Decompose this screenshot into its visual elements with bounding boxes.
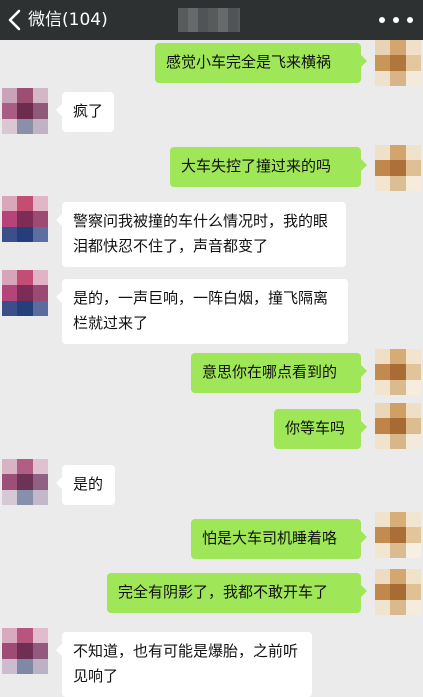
message-bubble[interactable]: 怕是大车司机睡着咯 xyxy=(191,519,367,559)
avatar[interactable] xyxy=(375,145,421,191)
message-bubble[interactable]: 感觉小车完全是飞来横祸 xyxy=(155,43,367,83)
avatar[interactable] xyxy=(2,196,48,242)
message-bubble[interactable]: 大车失控了撞过来的吗 xyxy=(170,147,367,187)
message-bubble[interactable]: 不知道，也有可能是爆胎，之前听见响了 xyxy=(56,632,312,697)
chat-header: 微信(104) xyxy=(0,0,423,40)
avatar[interactable] xyxy=(375,512,421,558)
message-bubble[interactable]: 意思你在哪点看到的 xyxy=(191,353,367,393)
avatar[interactable] xyxy=(375,40,421,86)
message-bubble[interactable]: 警察问我被撞的车什么情况时，我的眼泪都快忍不住了，声音都变了 xyxy=(56,202,346,267)
back-label: 微信(104) xyxy=(28,10,108,30)
avatar[interactable] xyxy=(2,270,48,316)
contact-name-blurred xyxy=(178,8,240,32)
back-button[interactable]: 微信(104) xyxy=(4,7,108,33)
avatar[interactable] xyxy=(2,459,48,505)
avatar[interactable] xyxy=(2,88,48,134)
avatar[interactable] xyxy=(2,628,48,674)
message-bubble[interactable]: 是的 xyxy=(56,465,115,505)
more-dots-icon[interactable] xyxy=(379,8,413,32)
message-bubble[interactable]: 完全有阴影了，我都不敢开车了 xyxy=(107,573,367,613)
avatar[interactable] xyxy=(375,349,421,395)
message-bubble[interactable]: 是的，一声巨响，一阵白烟，撞飞隔离栏就过来了 xyxy=(56,279,348,344)
avatar[interactable] xyxy=(375,403,421,449)
message-bubble[interactable]: 疯了 xyxy=(56,92,114,132)
message-bubble[interactable]: 你等车吗 xyxy=(274,409,367,449)
avatar[interactable] xyxy=(375,569,421,615)
chevron-left-icon xyxy=(8,9,21,31)
